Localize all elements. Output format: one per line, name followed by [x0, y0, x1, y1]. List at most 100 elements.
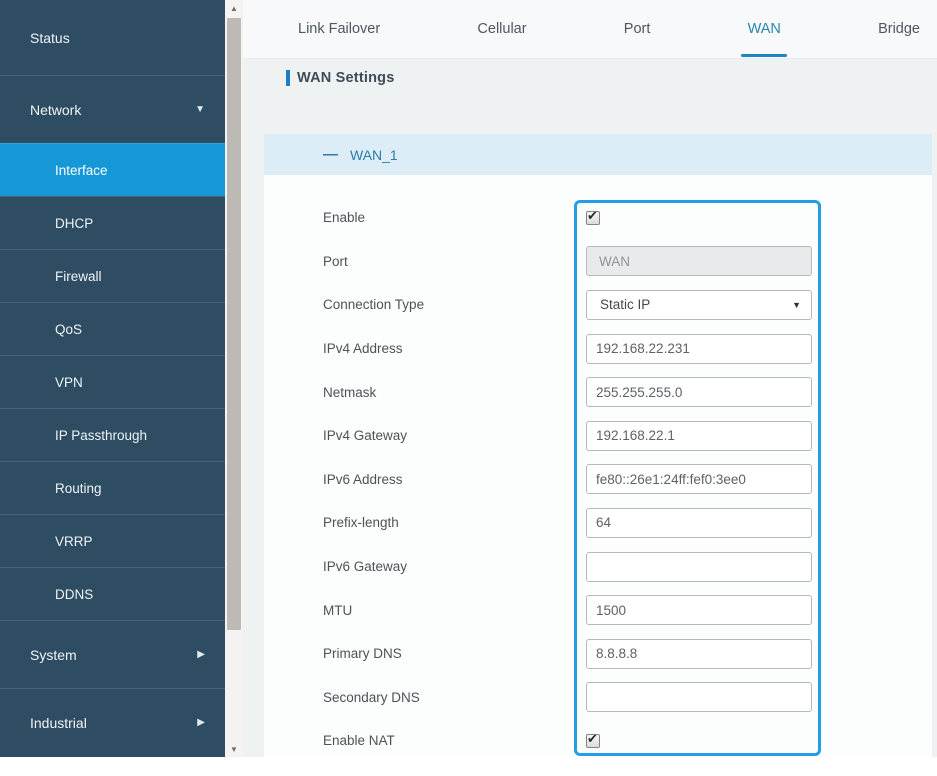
field-label: IPv6 Address: [323, 471, 403, 487]
sidebar-item-label: Firewall: [55, 268, 102, 284]
field-control: [574, 333, 821, 364]
main-content: Link Failover Cellular Port WAN Bridge WAN S…: [243, 0, 937, 757]
sidebar-item-vpn[interactable]: VPN: [0, 355, 225, 408]
sidebar-item-label: IP Passthrough: [55, 427, 148, 443]
field-control: [574, 595, 821, 626]
sidebar-item-routing[interactable]: Routing: [0, 461, 225, 514]
primary-dns-input[interactable]: [586, 638, 812, 669]
bottom-gutter: [0, 757, 937, 776]
tab-bar: Link Failover Cellular Port WAN Bridge: [243, 0, 937, 59]
wan1-settings-panel: Enable ✔ Port Connection Type Static IP ▼ IPv4…: [264, 175, 932, 757]
wan1-section-title: WAN_1: [350, 146, 398, 163]
field-row-netmask: Netmask: [264, 370, 932, 414]
select-value: Static IP: [600, 297, 651, 313]
tab-port[interactable]: Port: [624, 0, 651, 58]
field-label: Primary DNS: [323, 646, 402, 662]
sidebar-item-network[interactable]: Network ▼: [0, 75, 225, 143]
scrollbar-thumb[interactable]: [227, 18, 241, 630]
field-label: IPv6 Gateway: [323, 559, 408, 575]
router-admin-screen: Status Network ▼ Interface DHCP Firewall QoS VP…: [0, 0, 937, 776]
mtu-input[interactable]: [586, 595, 812, 626]
sidebar-item-label: DHCP: [55, 215, 94, 231]
ipv6-gateway-input[interactable]: [586, 551, 812, 582]
sidebar-item-label: Network: [30, 101, 82, 118]
port-input: [586, 246, 812, 277]
field-row-ipv6-address: IPv6 Address: [264, 458, 932, 502]
ipv4-address-input[interactable]: [586, 333, 812, 364]
sidebar-item-ddns[interactable]: DDNS: [0, 567, 225, 620]
sidebar-item-label: Industrial: [30, 714, 87, 731]
sidebar-item-dhcp[interactable]: DHCP: [0, 196, 225, 249]
tab-link-failover[interactable]: Link Failover: [298, 0, 380, 58]
field-control: [574, 377, 821, 408]
tab-bridge[interactable]: Bridge: [878, 0, 920, 58]
dropdown-arrow-icon: ▼: [792, 299, 801, 310]
chevron-right-icon: ▶: [197, 717, 205, 728]
field-control: [574, 246, 821, 277]
field-row-ipv4-address: IPv4 Address: [264, 327, 932, 371]
sidebar-item-label: System: [30, 646, 77, 663]
sidebar-scrollbar: ▲ ▼: [225, 0, 243, 757]
form-rows: Enable ✔ Port Connection Type Static IP ▼ IPv4…: [264, 196, 932, 763]
field-row-prefix-length: Prefix-length: [264, 501, 932, 545]
sidebar-item-firewall[interactable]: Firewall: [0, 249, 225, 302]
field-row-enable: Enable ✔: [264, 196, 932, 240]
field-row-ipv4-gateway: IPv4 Gateway: [264, 414, 932, 458]
scroll-down-icon[interactable]: ▼: [225, 741, 243, 757]
field-control: [574, 638, 821, 669]
field-label: Netmask: [323, 384, 377, 400]
title-accent-bar: [286, 70, 290, 86]
field-control: [574, 551, 821, 582]
field-control: [574, 507, 821, 538]
sidebar-nav: Status Network ▼ Interface DHCP Firewall QoS VP…: [0, 0, 225, 757]
field-label: Connection Type: [323, 297, 425, 313]
sidebar-item-label: QoS: [55, 321, 83, 337]
field-row-port: Port: [264, 240, 932, 284]
sidebar-item-system[interactable]: System ▶: [0, 620, 225, 688]
field-label: Enable: [323, 210, 366, 226]
tab-list: Link Failover Cellular Port WAN Bridge: [298, 0, 920, 58]
field-label: IPv4 Address: [323, 341, 403, 357]
field-row-primary-dns: Primary DNS: [264, 632, 932, 676]
sidebar-item-label: DDNS: [55, 586, 94, 602]
sidebar-item-status[interactable]: Status: [0, 0, 225, 75]
field-control: ✔: [574, 730, 821, 748]
sidebar-item-label: VPN: [55, 374, 83, 390]
sidebar-item-label: Interface: [55, 162, 108, 178]
ipv4-gateway-input[interactable]: [586, 420, 812, 451]
sidebar-item-ip-passthrough[interactable]: IP Passthrough: [0, 408, 225, 461]
field-label: Prefix-length: [323, 515, 399, 531]
field-control: Static IP ▼: [574, 289, 821, 320]
field-label: Port: [323, 253, 348, 269]
field-label: MTU: [323, 602, 353, 618]
ipv6-address-input[interactable]: [586, 464, 812, 495]
tab-cellular[interactable]: Cellular: [477, 0, 526, 58]
sidebar-item-industrial[interactable]: Industrial ▶: [0, 688, 225, 756]
section-title: WAN Settings: [286, 70, 394, 86]
field-row-ipv6-gateway: IPv6 Gateway: [264, 545, 932, 589]
tab-wan[interactable]: WAN: [748, 0, 781, 58]
netmask-input[interactable]: [586, 377, 812, 408]
collapse-icon[interactable]: —: [323, 147, 338, 162]
page-title: WAN Settings: [297, 70, 395, 86]
sidebar-item-qos[interactable]: QoS: [0, 302, 225, 355]
connection-type-select[interactable]: Static IP ▼: [586, 289, 812, 320]
checkmark-icon: ✔: [587, 730, 598, 746]
wan1-section-header[interactable]: — WAN_1: [264, 134, 932, 175]
sidebar-item-label: Status: [30, 29, 70, 46]
enable-nat-checkbox[interactable]: ✔: [586, 730, 600, 748]
sidebar-item-vrrp[interactable]: VRRP: [0, 514, 225, 567]
field-control: ✔: [574, 208, 821, 225]
field-label: IPv4 Gateway: [323, 428, 408, 444]
field-row-connection-type: Connection Type Static IP ▼: [264, 283, 932, 327]
sidebar-item-label: Routing: [55, 480, 102, 496]
sidebar-item-interface[interactable]: Interface: [0, 143, 225, 196]
field-row-mtu: MTU: [264, 588, 932, 632]
field-control: [574, 464, 821, 495]
sidebar-item-label: VRRP: [55, 533, 93, 549]
scroll-up-icon[interactable]: ▲: [225, 0, 243, 16]
prefix-length-input[interactable]: [586, 507, 812, 538]
chevron-right-icon: ▶: [197, 649, 205, 660]
enable-checkbox[interactable]: ✔: [586, 208, 600, 225]
secondary-dns-input[interactable]: [586, 682, 812, 713]
